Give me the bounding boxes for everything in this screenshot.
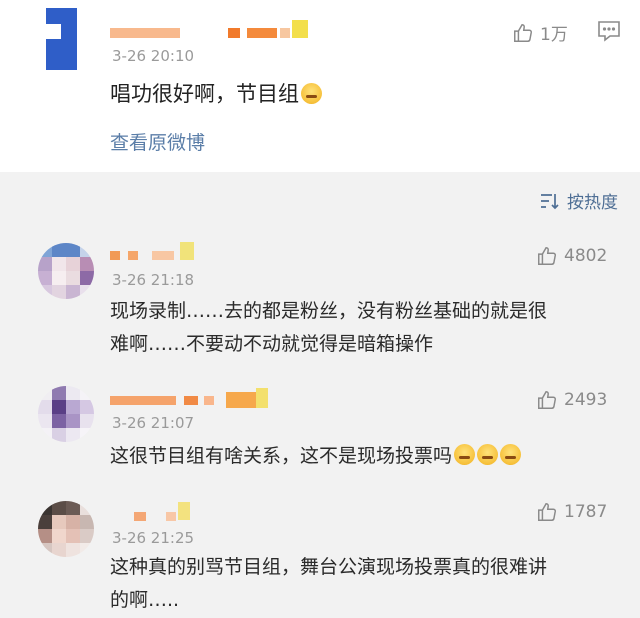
post-username-mosaic[interactable] [110,20,330,40]
comment-avatar[interactable] [38,501,94,557]
comment-message-button[interactable] [597,20,621,46]
comment-like-button[interactable]: 1787 [536,501,607,523]
comment-username-mosaic[interactable] [110,384,280,408]
post-like-button[interactable]: 1万 [512,20,568,45]
comment-like-count: 2493 [564,390,608,410]
comment-text-line: 的啊….. [110,589,180,611]
post-timestamp: 3-26 20:10 [112,47,195,65]
thumbs-up-icon [538,503,556,521]
sort-label: 按热度 [567,193,618,213]
view-original-weibo-link[interactable]: 查看原微博 [110,128,205,155]
sort-icon [541,193,559,209]
post-avatar[interactable] [30,8,92,70]
comment-like-count: 1787 [564,502,608,522]
comment-text-content: 这很节目组有啥关系，这不是现场投票吗 [110,445,453,467]
comment-timestamp: 3-26 21:18 [112,271,195,289]
comment-text: 现场录制……去的都是粉丝，没有粉丝基础的就是很 难啊……不要动不动就觉得是暗箱操… [110,295,610,361]
comment-username-mosaic[interactable] [110,499,280,521]
thumbs-up-icon [538,247,556,265]
comment-like-button[interactable]: 4802 [536,245,607,267]
sort-by-hot-button[interactable]: 按热度 [540,188,618,213]
comment-like-count: 4802 [564,246,608,266]
comment-text-line: 这种真的别骂节目组，舞台公演现场投票真的很难讲 [110,556,548,578]
comment-text: 这很节目组有啥关系，这不是现场投票吗 [110,440,610,473]
post-text-content: 唱功很好啊，节目组 [110,82,299,106]
comment-avatar[interactable] [38,243,94,299]
comment-text: 这种真的别骂节目组，舞台公演现场投票真的很难讲 的啊….. [110,551,610,617]
comment-text-line: 这很节目组有啥关系，这不是现场投票吗 [110,440,610,473]
grinning-emoji-icon [454,444,476,465]
grinning-emoji-icon [477,444,499,465]
post-text: 唱功很好啊，节目组 [110,78,322,108]
comment-like-button[interactable]: 2493 [536,389,607,411]
comment-timestamp: 3-26 21:25 [112,529,195,547]
thumbs-up-icon [514,23,532,42]
comment-timestamp: 3-26 21:07 [112,414,195,432]
original-post: 3-26 20:10 唱功很好啊，节目组 查看原微博 1万 [0,0,640,172]
grinning-emoji-icon [500,444,522,465]
comment-avatar[interactable] [38,386,94,442]
post-like-count: 1万 [540,25,568,45]
message-icon [598,21,620,42]
thumbs-up-icon [538,391,556,409]
comment-text-line: 难啊……不要动不动就觉得是暗箱操作 [110,333,434,355]
comment-username-mosaic[interactable] [110,240,280,260]
grinning-emoji-icon [301,83,322,104]
comment-text-line: 现场录制……去的都是粉丝，没有粉丝基础的就是很 [110,300,548,322]
